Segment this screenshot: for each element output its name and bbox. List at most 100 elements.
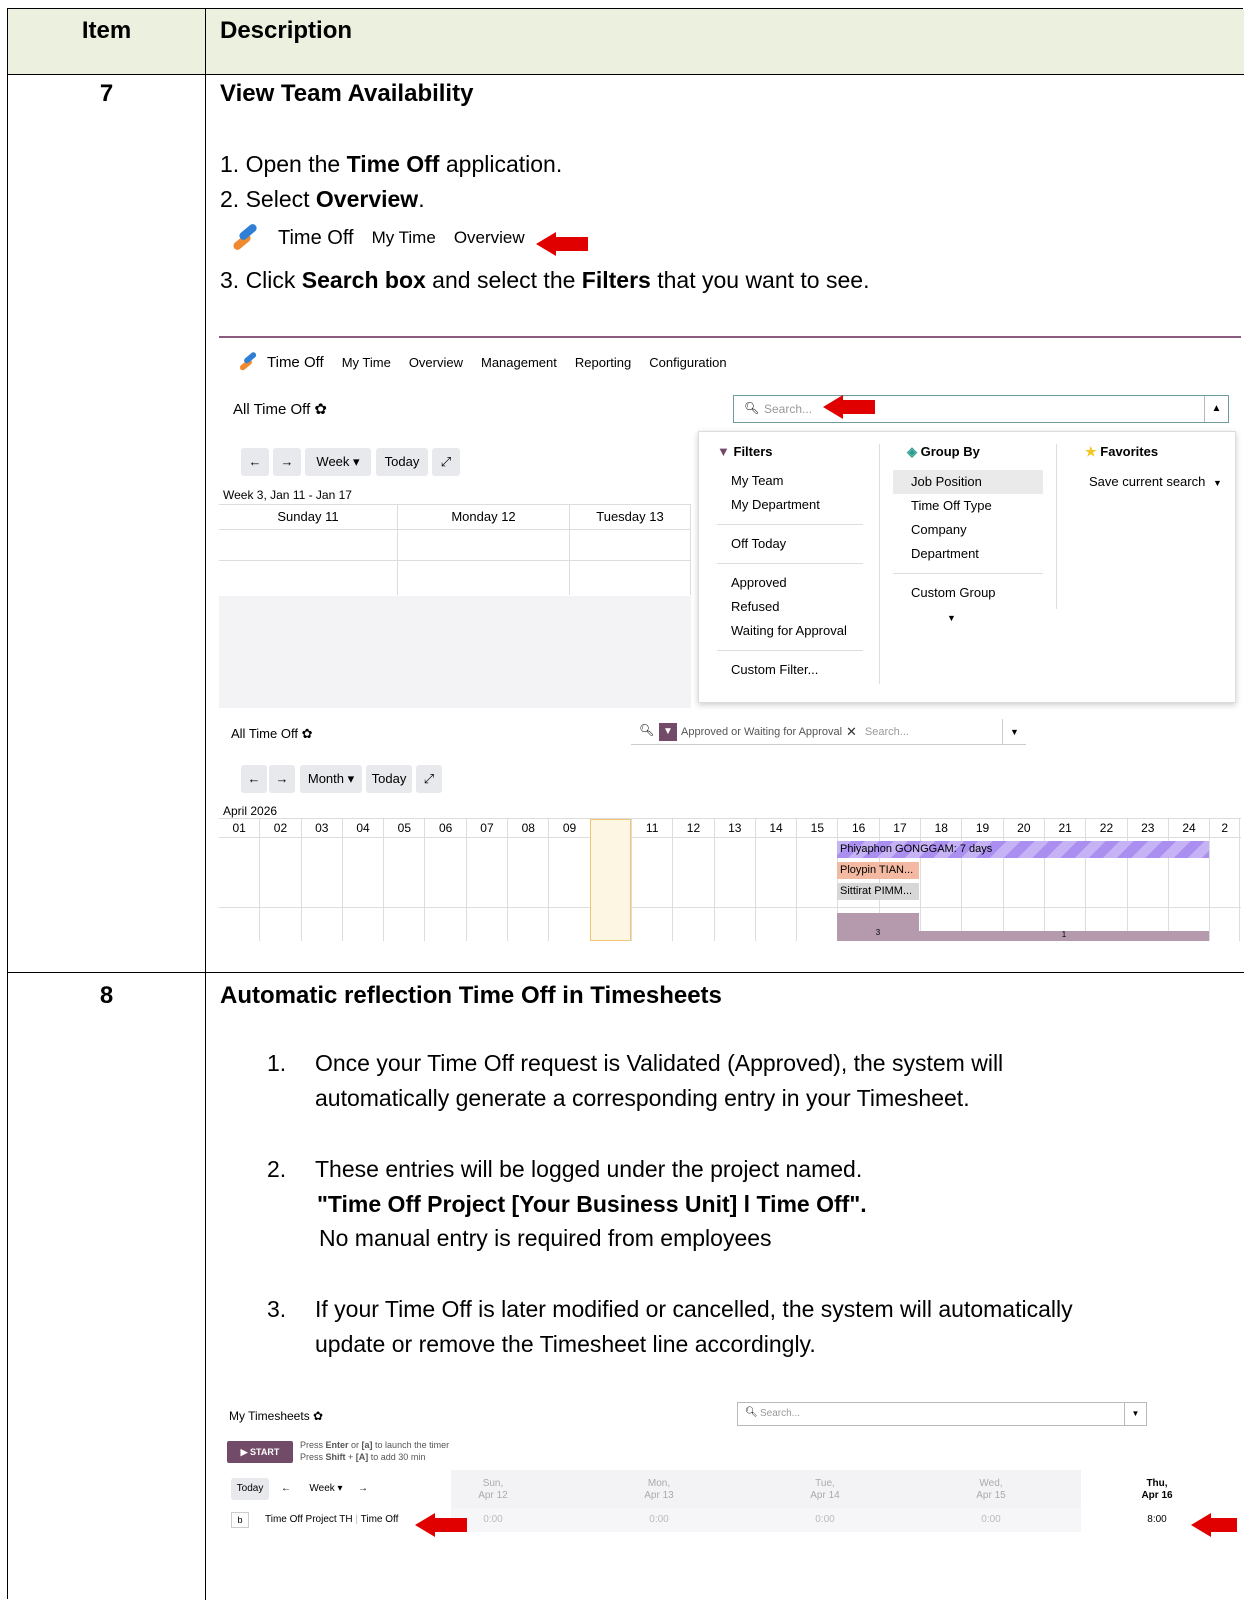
groupby-item[interactable]: Company: [893, 518, 1043, 542]
day-date: Apr 15: [976, 1490, 1006, 1501]
hint-text: to launch the timer: [372, 1440, 450, 1450]
search-placeholder: Search...: [764, 402, 813, 416]
favorites-column: ★ Favorites Save current search ▼: [1085, 444, 1231, 494]
row8-p2-line1: These entries will be logged under the p…: [315, 1156, 863, 1182]
day-name: Tue,: [815, 1478, 835, 1489]
start-button[interactable]: ▶ START: [227, 1441, 293, 1463]
hint-key: [A]: [355, 1452, 369, 1462]
month-scale-button[interactable]: Month ▾: [300, 765, 362, 793]
week-label: Week: [309, 1483, 335, 1494]
header-item: Item: [81, 17, 132, 44]
today-button[interactable]: Today: [366, 765, 412, 793]
separator: [717, 563, 863, 564]
time-cell[interactable]: 0:00: [463, 1514, 523, 1525]
search-dropdown-toggle[interactable]: ▲: [1204, 396, 1228, 422]
column-separator: [879, 444, 880, 684]
week-scale-button[interactable]: Week ▾: [303, 1478, 349, 1500]
row8-number: 8: [99, 982, 114, 1009]
filter-item[interactable]: Approved: [717, 571, 863, 595]
groupby-column: ◈ Group By Job Position Time Off Type Co…: [893, 444, 1043, 623]
search-dropdown-toggle[interactable]: ▼: [1002, 719, 1026, 745]
day-name: Thu,: [1146, 1478, 1168, 1489]
hint-text: Press: [300, 1440, 326, 1450]
step-text: and select the: [425, 267, 582, 293]
red-arrow-icon: [415, 1513, 467, 1537]
search-input[interactable]: 🔍︎ Search... ▼: [737, 1402, 1147, 1426]
filter-item[interactable]: My Team: [717, 469, 863, 493]
search-input-with-facet[interactable]: 🔍︎ ▼ Approved or Waiting for Approval ✕ …: [631, 719, 1026, 745]
groupby-header: ◈ Group By: [893, 444, 1043, 460]
groupby-item[interactable]: Job Position: [893, 470, 1043, 494]
day-header: Wed, Apr 15: [961, 1478, 1021, 1502]
search-placeholder: Search...: [760, 1408, 801, 1419]
nav-item[interactable]: Configuration: [649, 355, 726, 370]
filter-item[interactable]: Custom Filter...: [717, 658, 863, 682]
time-cell[interactable]: 0:00: [961, 1514, 1021, 1525]
red-arrow-icon: [823, 395, 875, 419]
nav-item[interactable]: Overview: [409, 355, 463, 370]
step-text: application.: [439, 151, 563, 177]
gear-icon[interactable]: ✿: [313, 1409, 323, 1423]
filter-item[interactable]: Waiting for Approval: [717, 619, 863, 643]
prev-button[interactable]: ←: [241, 765, 267, 793]
filter-item[interactable]: My Department: [717, 493, 863, 517]
app-navbar: Time Off My Time Overview Management Rep…: [233, 348, 727, 376]
nav-item[interactable]: Management: [481, 355, 557, 370]
next-button[interactable]: →: [273, 448, 301, 476]
row8-p3-line2: update or remove the Timesheet line acco…: [315, 1331, 816, 1357]
row8-p3-line1: If your Time Off is later modified or ca…: [315, 1296, 1073, 1322]
today-button[interactable]: Today: [376, 448, 428, 476]
next-button[interactable]: →: [353, 1478, 373, 1500]
timer-hint: Press Enter or [a] to launch the timer P…: [300, 1439, 449, 1463]
page-title: All Time Off ✿: [233, 400, 327, 418]
nav-time-off[interactable]: Time Off: [278, 227, 354, 250]
groupby-item[interactable]: Time Off Type: [893, 494, 1043, 518]
day-header: Tuesday 13: [570, 505, 691, 595]
event-bar[interactable]: Sittirat PIMM...: [837, 883, 919, 900]
grid-line: [219, 560, 691, 561]
event-bar[interactable]: Ploypin TIAN...: [837, 862, 919, 879]
groupby-item[interactable]: Department: [893, 542, 1043, 566]
time-cell[interactable]: 0:00: [795, 1514, 855, 1525]
filter-item[interactable]: Refused: [717, 595, 863, 619]
prev-button[interactable]: ←: [276, 1478, 296, 1500]
hint-text: to add 30 min: [368, 1452, 426, 1462]
day-name: Mon,: [647, 1478, 671, 1489]
title-text: All Time Off: [233, 401, 311, 418]
gear-icon[interactable]: ✿: [314, 401, 327, 418]
nav-overview[interactable]: Overview: [454, 228, 525, 248]
hint-key: [a]: [361, 1440, 373, 1450]
day-header: Tue, Apr 14: [795, 1478, 855, 1502]
save-search-label: Save current search: [1089, 474, 1206, 489]
nav-item[interactable]: My Time: [342, 355, 391, 370]
week-calendar: Sunday 11 Monday 12 Tuesday 13: [219, 504, 691, 595]
month-label: April 2026: [223, 804, 278, 818]
save-search-item[interactable]: Save current search ▼: [1085, 470, 1231, 494]
gear-icon[interactable]: ✿: [302, 726, 313, 741]
time-cell[interactable]: 8:00: [1127, 1514, 1187, 1525]
search-input[interactable]: 🔍︎ Search... ▲: [733, 395, 1229, 423]
filter-item[interactable]: Off Today: [717, 532, 863, 556]
next-button[interactable]: →: [269, 765, 295, 793]
custom-group-select[interactable]: Custom Group ▼: [893, 581, 1043, 623]
search-dropdown-toggle[interactable]: ▼: [1124, 1403, 1146, 1425]
week-scale-button[interactable]: Week ▾: [305, 448, 371, 476]
nav-item[interactable]: Time Off: [267, 354, 324, 371]
table-row[interactable]: b Time Off Project TH | Time Off 0:00 0:…: [219, 1508, 1241, 1532]
month-grid: 2242322212019181716151413121110090807060…: [219, 818, 1241, 941]
star-icon: ★: [1085, 444, 1097, 459]
filter-icon: ▼: [717, 444, 730, 459]
time-off-logo-icon: [230, 222, 260, 252]
search-icon: 🔍︎: [744, 401, 760, 415]
nav-my-time[interactable]: My Time: [372, 228, 436, 248]
time-cell[interactable]: 0:00: [629, 1514, 689, 1525]
row8-title: Automatic reflection Time Off in Timeshe…: [220, 982, 722, 1009]
prev-button[interactable]: ←: [241, 448, 269, 476]
expand-button[interactable]: ⤢: [432, 448, 460, 476]
count-bar: 3: [837, 913, 919, 941]
today-button[interactable]: Today: [231, 1478, 269, 1500]
row8-p2-line3: No manual entry is required from employe…: [319, 1225, 772, 1251]
nav-item[interactable]: Reporting: [575, 355, 631, 370]
event-bar[interactable]: Phiyaphon GONGGAM: 7 days: [837, 841, 1209, 858]
expand-button[interactable]: ⤢: [416, 765, 442, 793]
